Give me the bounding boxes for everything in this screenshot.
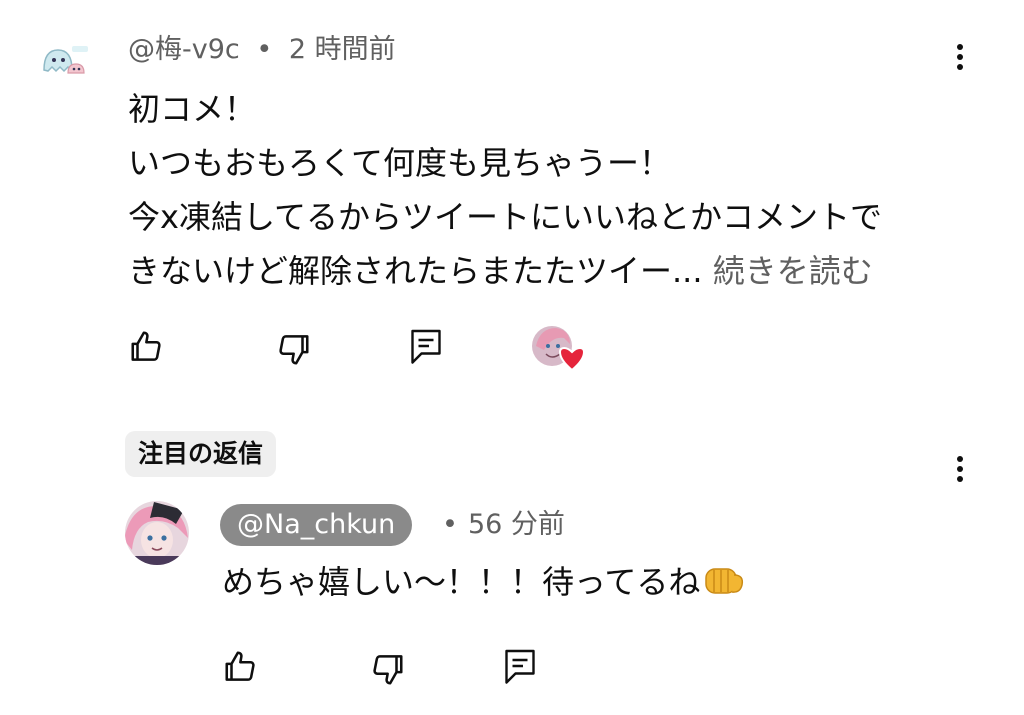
comment-time: 2 時間前 [288, 34, 396, 65]
creator-heart [530, 324, 588, 376]
comment-meta: @梅-v9c • 2 時間前 [128, 30, 396, 70]
dislike-icon [373, 655, 403, 685]
comment-line-last: きないけど解除されたらまたたツイー... 続きを読む [128, 244, 968, 298]
meta-separator: • [442, 509, 458, 540]
like-icon [225, 651, 255, 681]
kebab-dot [957, 466, 963, 472]
creator-heart-icon [532, 326, 586, 372]
comment-line: 初コメ！ [128, 90, 257, 128]
kebab-dot [957, 476, 963, 482]
reply-reply-button[interactable] [502, 646, 538, 686]
comment-line: 今x凍結してるからツイートにいいねとかコメントで [128, 198, 882, 236]
reply-icon [505, 649, 535, 684]
ghost-avatar-icon [43, 46, 88, 74]
like-button[interactable] [128, 328, 166, 366]
channel-owner-badge[interactable]: @Na_chkun [220, 504, 413, 546]
comment-more-button[interactable] [950, 40, 970, 80]
fist-bump-icon [702, 561, 746, 599]
highlighted-reply-label: 注目の返信 [125, 431, 277, 477]
kebab-dot [957, 456, 963, 462]
commenter-avatar[interactable] [38, 40, 90, 80]
reply-text: めちゃ嬉しい〜！！！待ってるね [222, 563, 701, 601]
kebab-dot [957, 64, 963, 70]
comment-body: 初コメ！ いつもおもろくて何度も見ちゃうー！ 今x凍結してるからツイートにいいね… [128, 82, 968, 298]
comment-line: いつもおもろくて何度も見ちゃうー！ [128, 144, 672, 182]
kebab-dot [957, 54, 963, 60]
reply-icon [411, 329, 441, 364]
like-icon [131, 331, 161, 361]
reply-like-button[interactable] [222, 648, 260, 686]
comment-line: きないけど解除されたらまたたツイー... [128, 252, 703, 290]
meta-separator: • [256, 34, 273, 65]
comment-author[interactable]: @梅-v9c [128, 34, 240, 65]
dislike-button[interactable] [274, 330, 312, 368]
read-more-link[interactable]: 続きを読む [713, 252, 873, 290]
reply-body: めちゃ嬉しい〜！！！待ってるね [222, 556, 746, 608]
reply-button[interactable] [408, 326, 444, 366]
reply-more-button[interactable] [950, 452, 970, 492]
dislike-icon [279, 335, 309, 365]
reply-avatar[interactable] [124, 500, 190, 566]
reply-meta: • 56 分前 [442, 504, 565, 546]
anime-avatar-icon [125, 501, 189, 565]
reply-dislike-button[interactable] [368, 650, 406, 688]
reply-time: 56 分前 [467, 509, 565, 540]
kebab-dot [957, 44, 963, 50]
